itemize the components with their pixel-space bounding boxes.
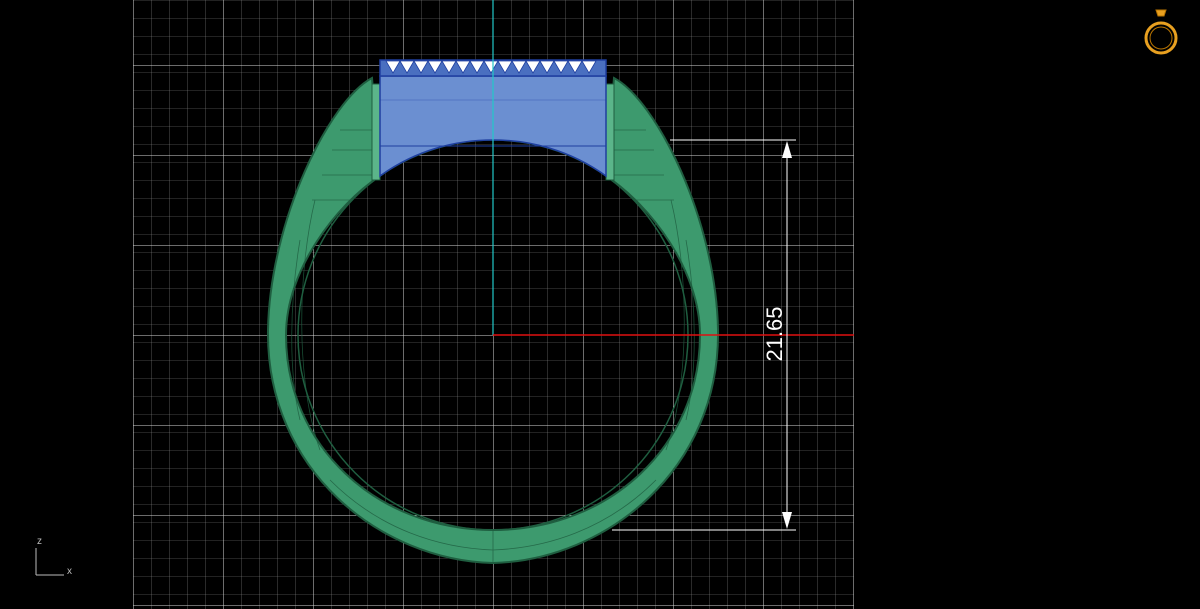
axis-indicator xyxy=(35,548,64,576)
ring-icon[interactable] xyxy=(1140,8,1182,60)
viewport-canvas[interactable] xyxy=(0,0,1200,609)
axis-z-label: z xyxy=(37,536,42,547)
axis-x-label: x xyxy=(67,566,72,577)
dimension-value: 21.65 xyxy=(762,306,787,362)
cad-viewport[interactable]: 21.65 z x xyxy=(0,0,1200,609)
